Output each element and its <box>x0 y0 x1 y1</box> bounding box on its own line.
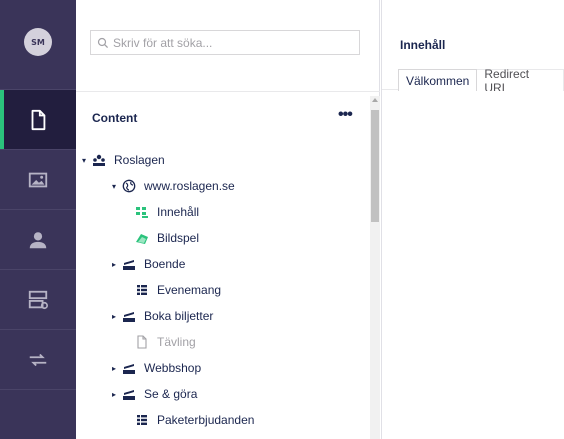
folder-stack-icon <box>122 257 136 271</box>
tree-node-roslagen[interactable]: ▾ Roslagen <box>80 149 165 171</box>
tree-node-label: Innehåll <box>157 205 200 219</box>
folder-stack-icon <box>122 387 136 401</box>
user-icon <box>29 231 47 248</box>
tree-node-label: Boka biljetter <box>144 309 214 323</box>
tree-node-label: Boende <box>144 257 186 271</box>
section-members[interactable] <box>0 210 76 270</box>
tree-node-webbshop[interactable]: ▸ Webbshop <box>110 357 201 379</box>
form-icon <box>28 290 48 309</box>
tab-valkommen[interactable]: Välkommen <box>398 69 478 91</box>
tree-node-tavling[interactable]: Tävling <box>123 331 196 353</box>
scroll-thumb[interactable] <box>371 110 379 222</box>
divider <box>76 91 380 92</box>
tree-node-innehall[interactable]: Innehåll <box>123 201 199 223</box>
caret-right-icon[interactable]: ▸ <box>110 364 118 373</box>
tree-options-button[interactable]: ••• <box>338 106 353 124</box>
tree-node-label: Webbshop <box>144 361 202 375</box>
caret-right-icon[interactable]: ▸ <box>110 312 118 321</box>
tree-node-site[interactable]: ▾ www.roslagen.se <box>110 175 235 197</box>
section-redirects[interactable] <box>0 330 76 390</box>
list-icon <box>135 413 149 427</box>
tree-node-label: Paketerbjudanden <box>157 413 255 427</box>
editor-panel: Innehåll Välkommen Redirect URL <box>381 0 564 439</box>
search-icon <box>97 37 109 48</box>
tree-node-label: Evenemang <box>157 283 222 297</box>
tree-node-label: Bildspel <box>157 231 200 245</box>
page-title[interactable]: Innehåll <box>400 38 445 52</box>
editor-body <box>382 91 564 439</box>
tree-node-boka-biljetter[interactable]: ▸ Boka biljetter <box>110 305 213 327</box>
folder-stack-icon <box>122 309 136 323</box>
tree-node-label: Se & göra <box>144 387 198 401</box>
tree-node-boende[interactable]: ▸ Boende <box>110 253 185 275</box>
tree-node-label: Tävling <box>157 335 196 349</box>
globe-icon <box>122 179 136 193</box>
slideshow-icon <box>135 231 149 245</box>
tab-bar: Välkommen Redirect URL <box>398 67 564 95</box>
tree-node-bildspel[interactable]: Bildspel <box>123 227 199 249</box>
content-tree-panel: Content ••• ▾ Roslagen ▾ www.roslagen.se… <box>76 0 380 439</box>
user-avatar[interactable]: SM <box>24 28 52 56</box>
page-icon <box>135 335 149 349</box>
tree-node-label: www.roslagen.se <box>144 179 235 193</box>
tree-node-se-gora[interactable]: ▸ Se & göra <box>110 383 197 405</box>
sitemap-icon <box>92 153 106 167</box>
search-input[interactable] <box>113 35 353 50</box>
tree-scrollbar[interactable] <box>370 96 380 439</box>
folder-stack-icon <box>122 361 136 375</box>
grid-icon <box>135 205 149 219</box>
section-bar: SM <box>0 0 76 439</box>
section-media[interactable] <box>0 150 76 210</box>
search-field[interactable] <box>90 30 360 55</box>
caret-down-icon[interactable]: ▾ <box>110 182 118 191</box>
section-content[interactable] <box>0 90 76 150</box>
tab-redirect-url[interactable]: Redirect URL <box>477 67 564 95</box>
tree-node-paketerbjudanden[interactable]: Paketerbjudanden <box>123 409 254 431</box>
document-icon <box>31 109 46 130</box>
tree-node-label: Roslagen <box>114 153 165 167</box>
caret-right-icon[interactable]: ▸ <box>110 390 118 399</box>
scroll-up-icon[interactable] <box>372 98 378 102</box>
editor-header: Innehåll Välkommen Redirect URL <box>382 0 564 95</box>
section-forms[interactable] <box>0 270 76 330</box>
arrows-icon <box>29 353 47 366</box>
list-icon <box>135 283 149 297</box>
avatar-area: SM <box>0 0 76 90</box>
image-icon <box>28 172 48 187</box>
tree-header: Content <box>92 111 138 125</box>
caret-down-icon[interactable]: ▾ <box>80 156 88 165</box>
caret-right-icon[interactable]: ▸ <box>110 260 118 269</box>
tree-node-evenemang[interactable]: Evenemang <box>123 279 221 301</box>
